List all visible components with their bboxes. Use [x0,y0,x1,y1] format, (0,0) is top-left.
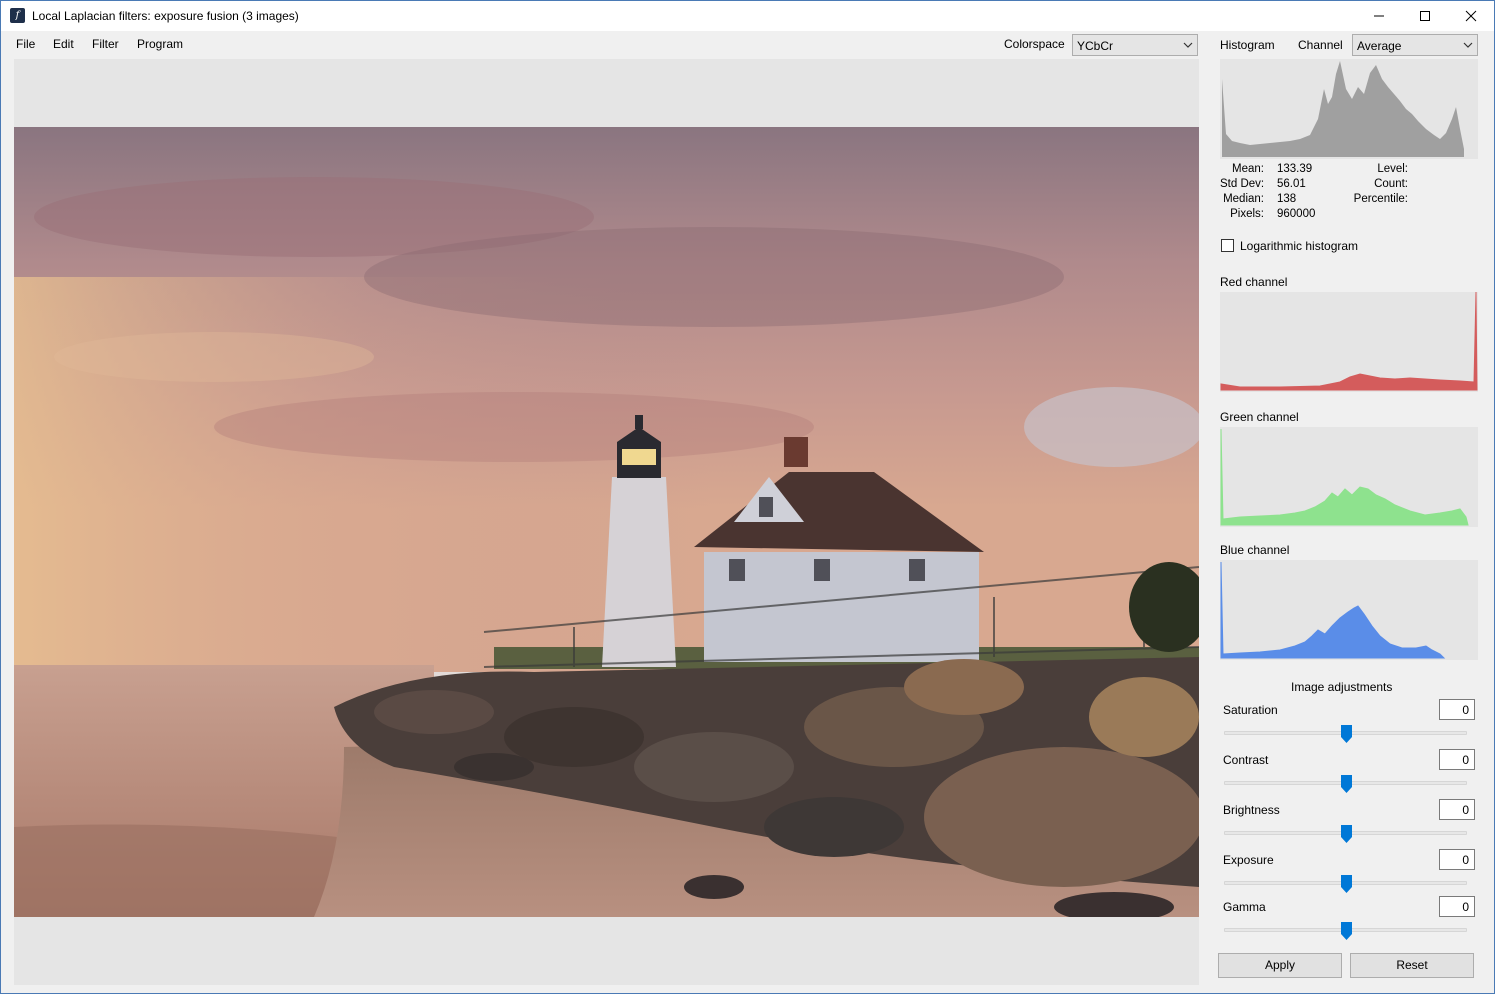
contrast-slider-thumb[interactable] [1341,775,1352,793]
exposure-label: Exposure [1223,853,1274,867]
log-histogram-label: Logarithmic histogram [1240,239,1359,253]
menu-filter[interactable]: Filter [92,37,119,51]
blue-channel-label: Blue channel [1220,543,1290,557]
green-channel-label: Green channel [1220,410,1299,424]
pixels-value: 960000 [1277,208,1316,220]
colorspace-label: Colorspace [1004,37,1065,51]
channel-select[interactable]: Average [1352,34,1478,56]
close-button[interactable] [1448,1,1494,31]
colorspace-select[interactable]: YCbCr [1072,34,1198,56]
gamma-slider-thumb[interactable] [1341,922,1352,940]
red-channel-label: Red channel [1220,275,1288,289]
histogram-label: Histogram [1220,38,1275,52]
log-histogram-checkbox[interactable] [1221,239,1234,252]
green-histogram-curve [1220,428,1469,526]
menu-edit[interactable]: Edit [53,37,74,51]
channel-value: Average [1357,39,1402,53]
minimize-icon [1374,15,1384,17]
pixels-label: Pixels: [1230,208,1264,220]
std-label: Std Dev: [1220,178,1265,190]
minimize-button[interactable] [1356,1,1402,31]
gamma-input[interactable]: 0 [1439,896,1475,917]
window-title: Local Laplacian filters: exposure fusion… [32,9,299,23]
exposure-input[interactable]: 0 [1439,849,1475,870]
brightness-input[interactable]: 0 [1439,799,1475,820]
contrast-input[interactable]: 0 [1439,749,1475,770]
mean-label: Mean: [1232,163,1264,175]
reset-button[interactable]: Reset [1350,953,1474,978]
blue-histogram[interactable] [1220,560,1478,660]
contrast-label: Contrast [1223,753,1269,767]
app-logo-icon: f [10,8,25,23]
std-value: 56.01 [1277,178,1306,190]
count-label: Count: [1374,178,1408,190]
saturation-input[interactable]: 0 [1439,699,1475,720]
saturation-slider-thumb[interactable] [1341,725,1352,743]
percentile-label: Percentile: [1353,193,1408,205]
exposure-slider-thumb[interactable] [1341,875,1352,893]
blue-histogram-curve [1220,561,1446,659]
chevron-down-icon [1463,42,1473,48]
saturation-label: Saturation [1223,703,1278,717]
average-histogram-curve [1222,61,1464,157]
menu-program[interactable]: Program [137,37,183,51]
level-label: Level: [1377,163,1408,175]
green-histogram[interactable] [1220,427,1478,527]
close-icon [1465,10,1477,22]
mean-value: 133.39 [1277,163,1313,175]
brightness-label: Brightness [1223,803,1280,817]
maximize-icon [1420,11,1430,21]
median-value: 138 [1277,193,1297,205]
apply-button[interactable]: Apply [1218,953,1342,978]
menu-file[interactable]: File [16,37,35,51]
channel-label: Channel [1298,38,1343,52]
red-histogram-curve [1220,291,1478,391]
app-window: f Local Laplacian filters: exposure fusi… [0,0,1495,994]
colorspace-value: YCbCr [1077,39,1114,53]
average-histogram[interactable] [1220,59,1478,159]
chevron-down-icon [1183,42,1193,48]
side-panel: Histogram Channel Average Mean: 133.39 S… [1211,31,1494,993]
median-label: Median: [1223,193,1264,205]
title-bar: f Local Laplacian filters: exposure fusi… [1,1,1494,31]
image-adjustments-title: Image adjustments [1291,680,1393,694]
lighthouse-photo [14,127,1199,917]
brightness-slider-thumb[interactable] [1341,825,1352,843]
gamma-label: Gamma [1223,900,1266,914]
maximize-button[interactable] [1402,1,1448,31]
red-histogram[interactable] [1220,291,1478,392]
